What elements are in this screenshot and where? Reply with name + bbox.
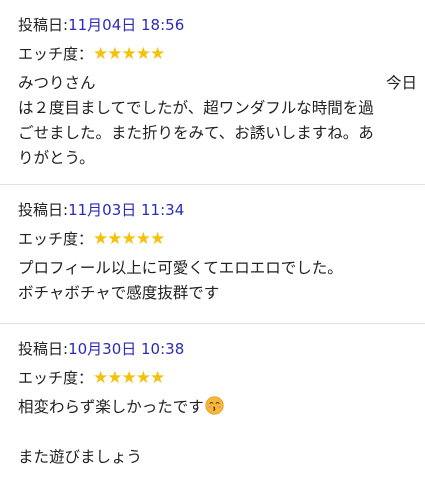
review-first-word: 今日 (385, 74, 417, 92)
review-body: 相変わらず楽しかったです また遊びましょう (18, 395, 417, 470)
posted-label: 投稿日: (18, 16, 69, 34)
review-text-line: りがとう。 (18, 149, 95, 167)
review-text-line: ボチャボチャで感度抜群です (18, 284, 220, 302)
posted-date: 10月30日 10:38 (68, 340, 185, 358)
rating-label: エッチ度： (18, 230, 94, 248)
review-text-line: 相変わらず楽しかったです (18, 395, 417, 420)
review-body: プロフィール以上に可愛くてエロエロでした。 ボチャボチャで感度抜群です (18, 256, 417, 306)
rating-stars-icon: ★★★★★ (93, 44, 165, 64)
rating-line: エッチ度：★★★★★ (18, 228, 417, 250)
review-text-line: ごせました。また折りをみて、お誘いしますね。あ (18, 124, 374, 142)
posted-line: 投稿日:11月04日 18:56 (18, 13, 417, 37)
review-body: みつりさん 今日 は２度目ましてでしたが、超ワンダフルな時間を過 ごせました。ま… (18, 71, 417, 171)
review-text: 相変わらず楽しかったです (18, 398, 204, 416)
rating-line: エッチ度：★★★★★ (18, 43, 417, 65)
review-first-line: みつりさん 今日 (18, 71, 417, 96)
review-item: 投稿日:11月03日 11:34 エッチ度：★★★★★ プロフィール以上に可愛く… (0, 185, 425, 324)
review-text-line: は２度目ましてでしたが、超ワンダフルな時間を過 (18, 99, 374, 117)
posted-label: 投稿日: (18, 340, 69, 358)
posted-line: 投稿日:11月03日 11:34 (18, 198, 417, 222)
review-text-line: プロフィール以上に可愛くてエロエロでした。 (18, 259, 343, 277)
posted-date: 11月03日 11:34 (68, 201, 185, 219)
posted-label: 投稿日: (18, 201, 69, 219)
reviewer-name: みつりさん (18, 74, 96, 92)
rating-stars-icon: ★★★★★ (93, 229, 165, 249)
rating-stars-icon: ★★★★★ (93, 368, 165, 388)
rating-line: エッチ度：★★★★★ (18, 367, 417, 389)
rating-label: エッチ度： (18, 369, 94, 387)
posted-line: 投稿日:10月30日 10:38 (18, 337, 417, 361)
review-text-line: また遊びましょう (18, 448, 143, 466)
review-item: 投稿日:10月30日 10:38 エッチ度：★★★★★ 相変わらず楽しかったです… (0, 324, 425, 480)
rating-label: エッチ度： (18, 45, 94, 63)
posted-date: 11月04日 18:56 (68, 16, 185, 34)
review-item: 投稿日:11月04日 18:56 エッチ度：★★★★★ みつりさん 今日 は２度… (0, 0, 425, 185)
kissing-face-icon (205, 396, 224, 415)
